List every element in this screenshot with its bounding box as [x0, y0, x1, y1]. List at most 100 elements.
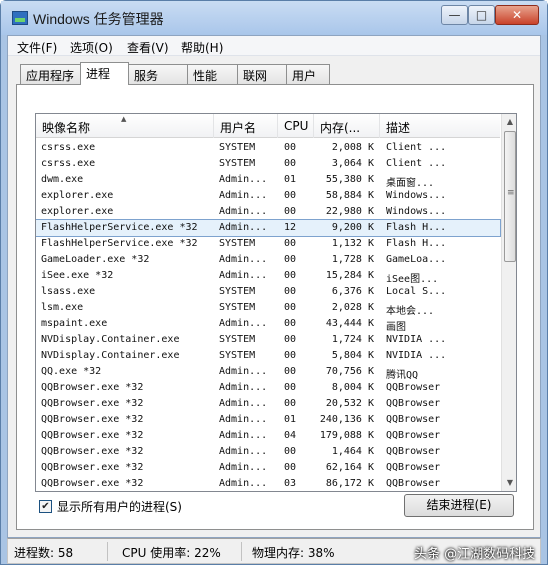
column-memory[interactable]: 内存(... [314, 114, 380, 138]
table-row[interactable]: NVDisplay.Container.exe SYSTEM 00 5,804 K NV… [36, 348, 500, 364]
menu-view[interactable]: 查看(V) [127, 39, 169, 56]
table-row[interactable]: lsm.exe SYSTEM 00 2,028 K 本地会... [36, 300, 500, 317]
process-image-name: FlashHelperService.exe *32 [41, 222, 198, 233]
status-divider [241, 542, 242, 561]
minimize-button[interactable]: — [441, 5, 468, 25]
scroll-up-icon[interactable]: ▲ [502, 114, 516, 130]
tab-processes[interactable]: 进程 [80, 62, 129, 85]
table-row[interactable]: iSee.exe *32 Admin... 00 15,284 K iSee图... [36, 268, 500, 285]
menu-help[interactable]: 帮助(H) [181, 39, 223, 56]
process-cpu: 04 [284, 430, 297, 441]
process-user: Admin... [219, 270, 268, 281]
column-image-name[interactable]: 映像名称 ▲ [36, 114, 214, 138]
scroll-down-icon[interactable]: ▼ [502, 475, 516, 491]
process-image-name: iSee.exe *32 [41, 270, 114, 281]
process-image-name: QQBrowser.exe *32 [41, 462, 144, 473]
process-cpu: 01 [284, 414, 297, 425]
process-image-name: lsm.exe [41, 302, 84, 313]
tab-performance[interactable]: 性能 [187, 64, 238, 84]
process-user: Admin... [219, 478, 268, 489]
table-row[interactable]: dwm.exe Admin... 01 55,380 K 桌面窗... [36, 172, 500, 189]
process-user: SYSTEM [219, 158, 256, 169]
table-row[interactable]: QQBrowser.exe *32 Admin... 01 240,136 K QQBr… [36, 412, 500, 428]
process-image-name: QQBrowser.exe *32 [41, 414, 144, 425]
scroll-thumb[interactable]: ≡ [504, 131, 516, 262]
process-cpu: 00 [284, 350, 297, 361]
tab-applications[interactable]: 应用程序 [20, 64, 81, 84]
table-row[interactable]: QQBrowser.exe *32 Admin... 00 1,464 K QQBrow… [36, 444, 500, 460]
process-rows: csrss.exe SYSTEM 00 2,008 K Client ... csrss.… [36, 140, 501, 491]
process-user: Admin... [219, 462, 268, 473]
show-all-users-checkbox[interactable]: ✔ [39, 500, 52, 513]
process-description: QQBrowser [386, 462, 441, 473]
table-row[interactable]: explorer.exe Admin... 00 58,884 K Windows... [36, 188, 500, 204]
table-row[interactable]: QQBrowser.exe *32 Admin... 00 8,004 K QQBrow… [36, 380, 500, 396]
process-cpu: 00 [284, 318, 297, 329]
task-manager-icon [12, 11, 28, 25]
process-image-name: FlashHelperService.exe *32 [41, 238, 198, 249]
cpu-usage: CPU 使用率: 22% [122, 546, 221, 560]
maximize-button[interactable]: □ [468, 5, 495, 25]
table-row[interactable]: csrss.exe SYSTEM 00 3,064 K Client ... [36, 156, 500, 172]
process-description: Local S... [386, 286, 447, 297]
process-user: SYSTEM [219, 334, 256, 345]
table-row[interactable]: QQBrowser.exe *32 Admin... 00 20,532 K QQBro… [36, 396, 500, 412]
process-description: 腾讯QQ [386, 370, 419, 381]
process-image-name: dwm.exe [41, 174, 84, 185]
column-label: 映像名称 [42, 121, 91, 135]
process-description: Client ... [386, 158, 447, 169]
menu-file[interactable]: 文件(F) [17, 39, 57, 56]
status-divider [107, 542, 108, 561]
column-cpu[interactable]: CPU [278, 114, 314, 138]
process-memory: 2,028 K [331, 302, 374, 313]
process-memory: 1,132 K [331, 238, 374, 249]
menu-bar: 文件(F) 选项(O) 查看(V) 帮助(H) [8, 36, 540, 56]
table-row[interactable]: GameLoader.exe *32 Admin... 00 1,728 K GameL… [36, 252, 500, 268]
process-memory: 43,444 K [325, 318, 374, 329]
process-description: Windows... [386, 190, 447, 201]
process-description: QQBrowser [386, 414, 441, 425]
tab-services[interactable]: 服务 [128, 64, 188, 84]
process-memory: 55,380 K [325, 174, 374, 185]
title-bar[interactable]: Windows 任务管理器 — □ ✕ [1, 1, 547, 35]
table-row[interactable]: NVDisplay.Container.exe SYSTEM 00 1,724 K NV… [36, 332, 500, 348]
process-cpu: 00 [284, 334, 297, 345]
process-description: Flash H... [386, 238, 447, 249]
table-row[interactable]: explorer.exe Admin... 00 22,980 K Windows... [36, 204, 500, 220]
column-user-name[interactable]: 用户名 [214, 114, 278, 138]
show-all-users-option[interactable]: ✔ 显示所有用户的进程(S) [39, 498, 182, 515]
table-row[interactable]: FlashHelperService.exe *32 Admin... 12 9,20… [36, 219, 501, 237]
table-row[interactable]: csrss.exe SYSTEM 00 2,008 K Client ... [36, 140, 500, 156]
process-user: Admin... [219, 190, 268, 201]
process-cpu: 00 [284, 206, 297, 217]
table-row[interactable]: QQBrowser.exe *32 Admin... 04 179,088 K QQBr… [36, 428, 500, 444]
vertical-scrollbar[interactable]: ▲ ≡ ▼ [501, 114, 516, 491]
table-row[interactable]: QQBrowser.exe *32 Admin... 00 62,164 K QQBro… [36, 460, 500, 476]
process-memory: 179,088 K [319, 430, 374, 441]
process-description: NVIDIA ... [386, 350, 447, 361]
table-row[interactable]: mspaint.exe Admin... 00 43,444 K 画图 [36, 316, 500, 333]
end-process-button[interactable]: 结束进程(E) [404, 494, 514, 517]
process-memory: 86,172 K [325, 478, 374, 489]
process-memory: 1,728 K [331, 254, 374, 265]
process-user: SYSTEM [219, 350, 256, 361]
table-row[interactable]: FlashHelperService.exe *32 SYSTEM 00 1,132 … [36, 236, 500, 252]
tab-networking[interactable]: 联网 [237, 64, 287, 84]
task-manager-window: Windows 任务管理器 — □ ✕ 文件(F) 选项(O) 查看(V) 帮助… [0, 0, 548, 565]
close-button[interactable]: ✕ [495, 5, 539, 25]
process-list[interactable]: 映像名称 ▲ 用户名 CPU 内存(... 描述 csrss.exe SYSTEM… [35, 113, 517, 492]
process-memory: 22,980 K [325, 206, 374, 217]
process-memory: 58,884 K [325, 190, 374, 201]
process-user: Admin... [219, 254, 268, 265]
process-cpu: 00 [284, 302, 297, 313]
process-user: SYSTEM [219, 142, 256, 153]
table-row[interactable]: QQBrowser.exe *32 Admin... 03 86,172 K QQBro… [36, 476, 500, 491]
table-row[interactable]: lsass.exe SYSTEM 00 6,376 K Local S... [36, 284, 500, 300]
tab-users[interactable]: 用户 [286, 64, 330, 84]
process-user: SYSTEM [219, 286, 256, 297]
process-description: 本地会... [386, 306, 435, 317]
menu-options[interactable]: 选项(O) [70, 39, 113, 56]
column-description[interactable]: 描述 [380, 114, 500, 138]
table-row[interactable]: QQ.exe *32 Admin... 00 70,756 K 腾讯QQ [36, 364, 500, 381]
process-user: Admin... [219, 318, 268, 329]
